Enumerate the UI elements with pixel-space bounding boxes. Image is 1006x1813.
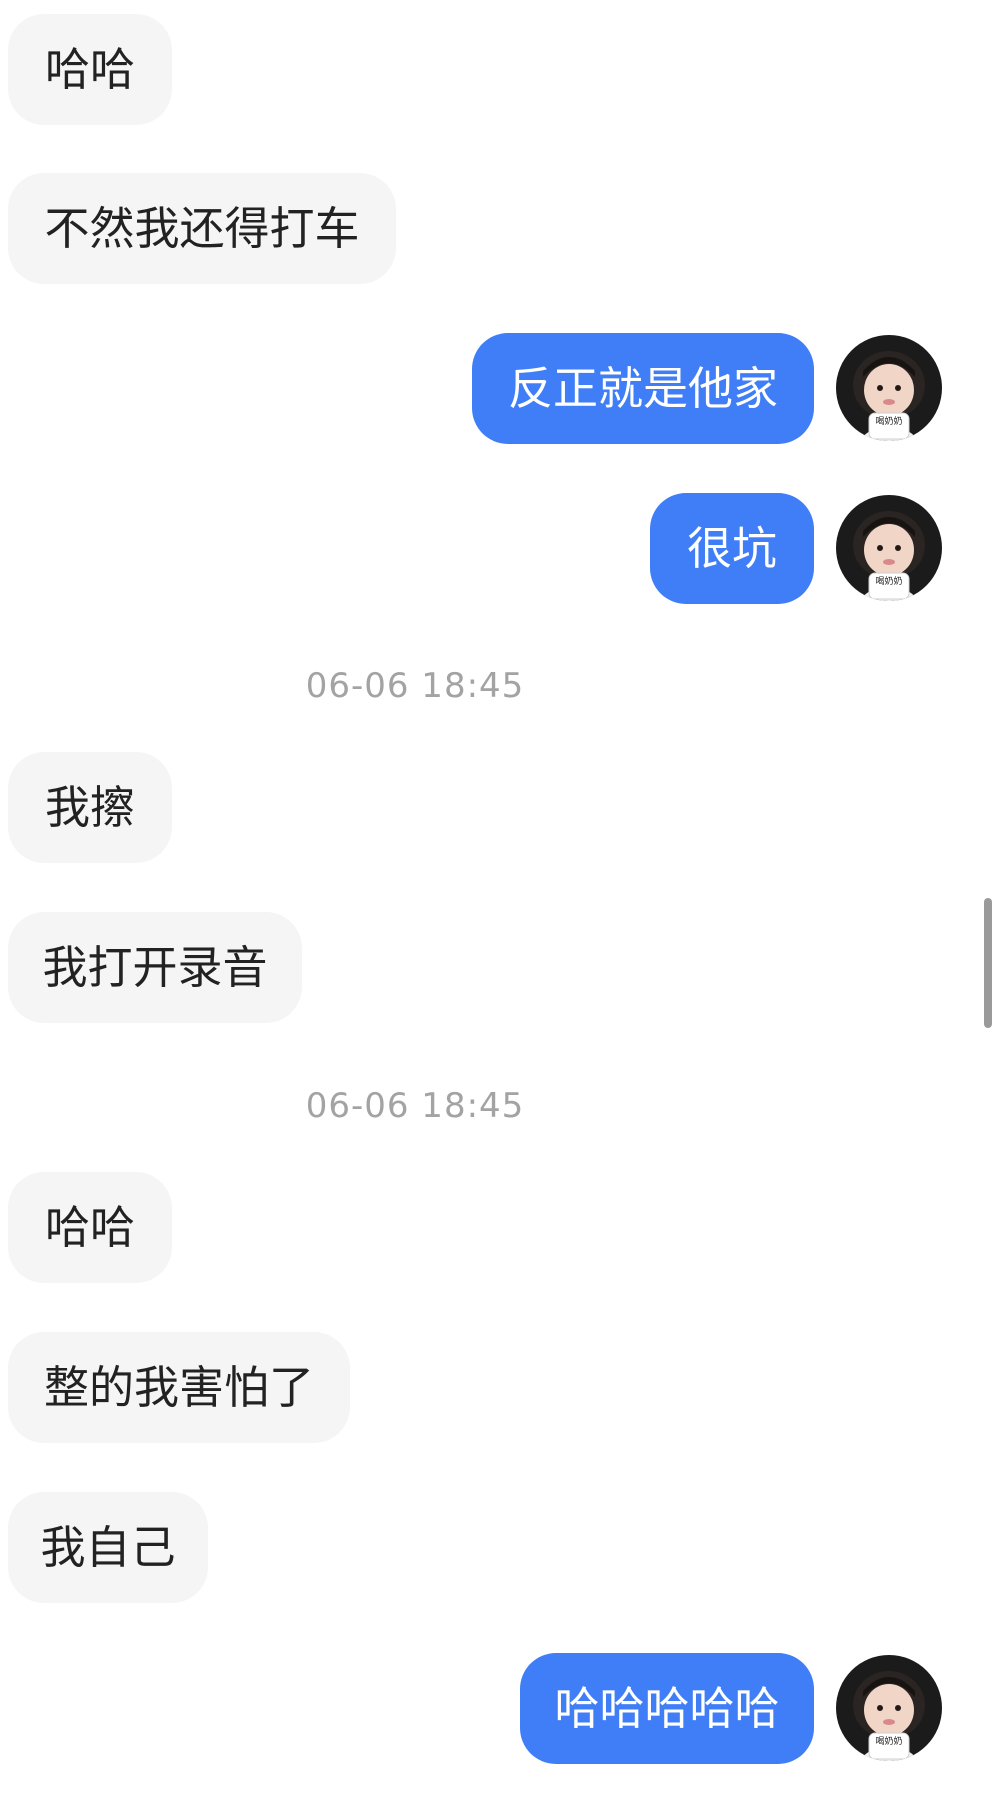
- message-timestamp: 06-06 18:45: [305, 1086, 525, 1126]
- message-timestamp: 06-06 18:45: [305, 666, 525, 706]
- avatar-image-icon: 喝奶奶: [836, 335, 942, 441]
- incoming-message-bubble[interactable]: 整的我害怕了: [8, 1332, 350, 1443]
- incoming-message-bubble[interactable]: 我自己: [8, 1492, 208, 1603]
- svg-text:喝奶奶: 喝奶奶: [875, 1735, 902, 1747]
- outgoing-message-bubble[interactable]: 哈哈哈哈哈: [520, 1653, 814, 1764]
- incoming-message-bubble[interactable]: 我擦: [8, 752, 172, 863]
- user-avatar[interactable]: 喝奶奶: [836, 335, 942, 441]
- chat-message-list[interactable]: 哈哈 不然我还得打车 反正就是他家 喝奶奶 很坑 喝奶奶 06-06 18:45…: [0, 0, 1006, 1813]
- user-avatar[interactable]: 喝奶奶: [836, 1655, 942, 1761]
- incoming-message-bubble[interactable]: 哈哈: [8, 1172, 172, 1283]
- incoming-message-bubble[interactable]: 哈哈: [8, 14, 172, 125]
- user-avatar[interactable]: 喝奶奶: [836, 495, 942, 601]
- scrollbar-thumb[interactable]: [984, 898, 992, 1028]
- outgoing-message-bubble[interactable]: 很坑: [650, 493, 814, 604]
- incoming-message-bubble[interactable]: 不然我还得打车: [8, 173, 396, 284]
- svg-text:喝奶奶: 喝奶奶: [875, 575, 902, 587]
- avatar-image-icon: 喝奶奶: [836, 495, 942, 601]
- incoming-message-bubble[interactable]: 我打开录音: [8, 912, 302, 1023]
- svg-text:喝奶奶: 喝奶奶: [875, 415, 902, 427]
- outgoing-message-bubble[interactable]: 反正就是他家: [472, 333, 814, 444]
- avatar-image-icon: 喝奶奶: [836, 1655, 942, 1761]
